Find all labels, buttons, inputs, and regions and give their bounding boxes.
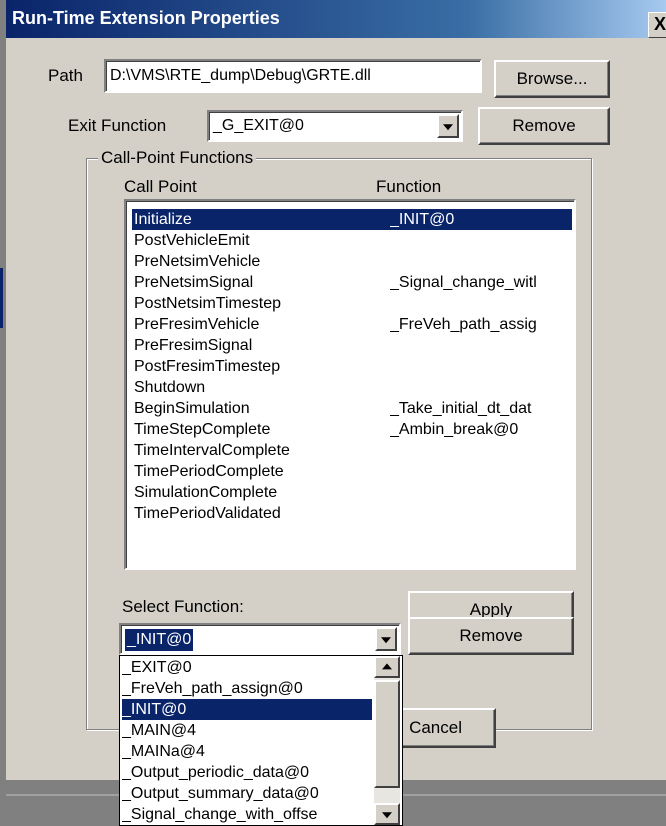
call-point-name: Shutdown — [134, 379, 206, 396]
dropdown-option[interactable]: _EXIT@0 — [122, 657, 372, 678]
call-point-name: PostNetsimTimestep — [134, 295, 281, 312]
list-item[interactable]: PreFresimVehicle _FreVeh_path_assig — [132, 314, 572, 335]
list-item[interactable]: SimulationComplete — [132, 482, 572, 503]
list-item[interactable]: PreFresimSignal — [132, 335, 572, 356]
call-point-name: BeginSimulation — [134, 400, 250, 417]
dropdown-option[interactable]: _FreVeh_path_assign@0 — [122, 678, 372, 699]
scroll-up-button[interactable] — [374, 656, 400, 678]
call-point-name: TimeStepComplete — [134, 421, 271, 438]
call-point-remove-label: Remove — [459, 626, 523, 645]
dropdown-option[interactable]: _INIT@0 — [122, 699, 372, 720]
call-point-name: SimulationComplete — [134, 484, 278, 501]
call-point-name: PreNetsimVehicle — [134, 253, 261, 270]
list-item[interactable]: Initialize _INIT@0 — [132, 209, 572, 230]
call-point-name: TimeIntervalComplete — [134, 442, 290, 459]
list-item[interactable]: PreNetsimSignal _Signal_change_witl — [132, 272, 572, 293]
select-function-dropdown-arrow[interactable] — [375, 627, 397, 651]
call-point-name: TimePeriodValidated — [134, 505, 281, 522]
scroll-thumb[interactable] — [374, 680, 400, 788]
exit-remove-label: Remove — [512, 116, 576, 135]
function-dropdown-list[interactable]: _Signal_change_with_offse _Output_summary… — [119, 655, 403, 826]
exit-function-combo[interactable]: _G_EXIT@0 — [207, 110, 463, 142]
dropdown-option[interactable]: _Signal_change_with_offse — [122, 804, 372, 825]
path-input-value: D:\VMS\RTE_dump\Debug\GRTE.dll — [110, 67, 371, 84]
browse-button[interactable]: Browse... — [494, 60, 610, 98]
select-function-combo[interactable]: _INIT@0 — [119, 623, 401, 655]
list-item[interactable]: TimePeriodComplete — [132, 461, 572, 482]
column-header-function: Function — [376, 177, 442, 196]
list-item[interactable]: TimeStepComplete _Ambin_break@0 — [132, 419, 572, 440]
call-point-list[interactable]: Initialize _INIT@0 PostVehicleEmit PreNetsi… — [124, 199, 576, 570]
list-item[interactable]: PostVehicleEmit — [132, 230, 572, 251]
path-input[interactable]: D:\VMS\RTE_dump\Debug\GRTE.dll — [104, 59, 482, 93]
call-point-function: _INIT@0 — [390, 211, 455, 228]
list-item[interactable]: PostNetsimTimestep — [132, 293, 572, 314]
column-header-call-point: Call Point — [124, 177, 197, 196]
call-point-name: PreNetsimSignal — [134, 274, 254, 291]
call-point-name: Initialize — [134, 211, 192, 228]
exit-function-value: _G_EXIT@0 — [213, 117, 304, 134]
chevron-down-icon — [381, 637, 391, 644]
exit-function-label: Exit Function — [68, 116, 167, 135]
list-item[interactable]: BeginSimulation _Take_initial_dt_dat — [132, 398, 572, 419]
dropdown-option[interactable]: _Output_summary_data@0 — [122, 783, 372, 804]
chevron-up-icon — [382, 663, 392, 670]
call-point-name: PostVehicleEmit — [134, 232, 250, 249]
chevron-down-icon — [382, 812, 392, 819]
call-point-function: _Signal_change_witl — [390, 274, 537, 291]
select-function-value: _INIT@0 — [125, 629, 194, 651]
list-item[interactable]: PreNetsimVehicle — [132, 251, 572, 272]
window-title: Run-Time Extension Properties — [12, 8, 280, 28]
call-point-remove-button[interactable]: Remove — [408, 617, 574, 655]
path-label: Path — [48, 66, 83, 85]
call-point-name: PostFresimTimestep — [134, 358, 281, 375]
close-button[interactable]: X — [648, 12, 666, 38]
scroll-down-button[interactable] — [374, 803, 400, 825]
exit-function-remove-button[interactable]: Remove — [478, 107, 610, 145]
chevron-down-icon — [443, 124, 453, 131]
dropdown-option[interactable]: _MAIN@4 — [122, 720, 372, 741]
call-point-name: TimePeriodComplete — [134, 463, 284, 480]
dropdown-option[interactable]: _Output_periodic_data@0 — [122, 762, 372, 783]
call-point-function: _Take_initial_dt_dat — [390, 400, 532, 417]
call-point-function: _FreVeh_path_assig — [390, 316, 537, 333]
group-title: Call-Point Functions — [98, 148, 257, 168]
list-item[interactable]: Shutdown — [132, 377, 572, 398]
list-item[interactable]: TimePeriodValidated — [132, 503, 572, 524]
call-point-name: PreFresimVehicle — [134, 316, 260, 333]
browse-button-label: Browse... — [516, 69, 588, 88]
list-item[interactable]: PostFresimTimestep — [132, 356, 572, 377]
dropdown-scrollbar[interactable] — [374, 656, 400, 825]
exit-function-dropdown-arrow[interactable] — [437, 114, 459, 138]
select-function-label: Select Function: — [122, 597, 244, 616]
title-bar[interactable]: Run-Time Extension Properties X — [6, 0, 666, 38]
dropdown-option[interactable]: _MAINa@4 — [122, 741, 372, 762]
call-point-function: _Ambin_break@0 — [390, 421, 519, 438]
list-item[interactable]: TimeIntervalComplete — [132, 440, 572, 461]
call-point-name: PreFresimSignal — [134, 337, 253, 354]
